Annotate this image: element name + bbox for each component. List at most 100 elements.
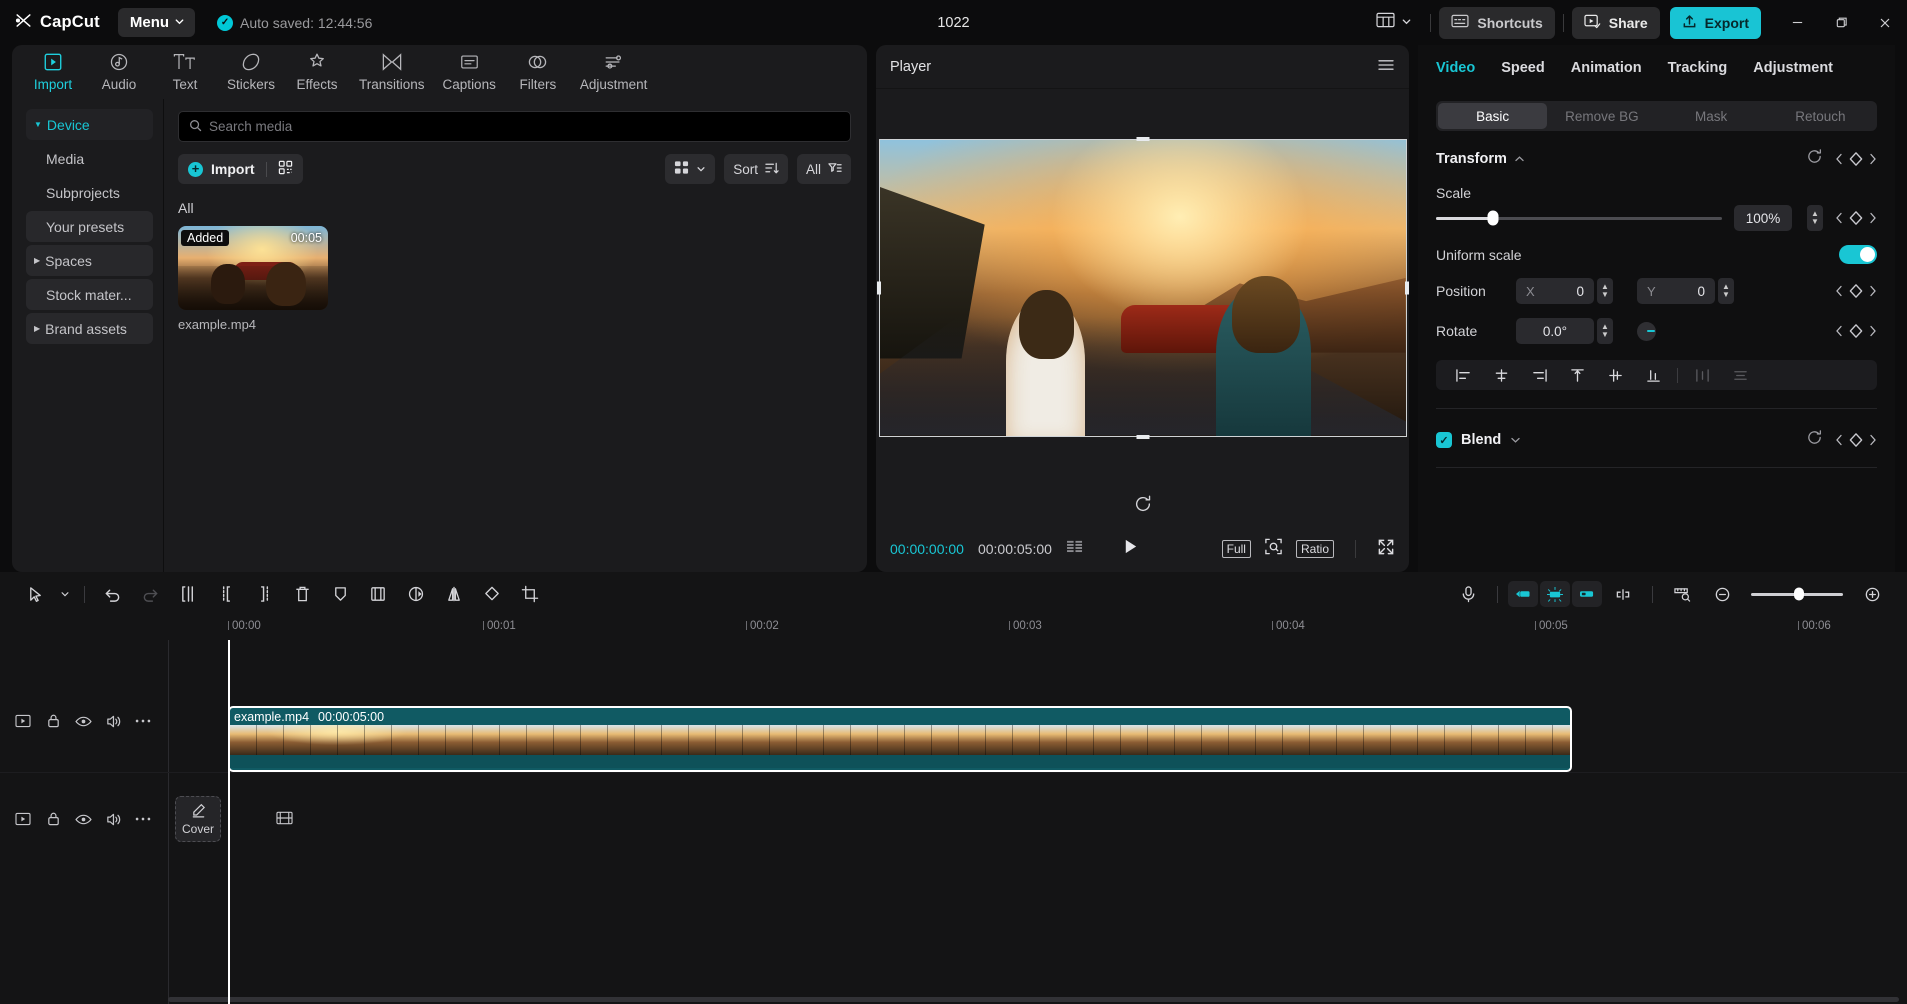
timeline-zoom-slider[interactable] (1751, 587, 1843, 601)
tab-import[interactable]: Import (20, 49, 86, 99)
eye-icon[interactable] (68, 706, 98, 736)
blend-keyframe-control[interactable] (1835, 432, 1877, 448)
keyframe-control[interactable] (1835, 151, 1877, 167)
rotate-stepper[interactable]: ▲ ▼ (1597, 318, 1613, 344)
scale-stepper[interactable]: ▲ ▼ (1807, 205, 1823, 231)
rotate-icon[interactable] (473, 578, 511, 610)
play-button[interactable] (1122, 538, 1139, 560)
align-center-horizontal-icon[interactable] (1482, 360, 1520, 390)
scale-slider[interactable] (1436, 210, 1722, 226)
position-x-stepper[interactable]: ▲ ▼ (1597, 278, 1613, 304)
lock-icon[interactable] (38, 804, 68, 834)
fullscreen-icon[interactable] (1377, 538, 1395, 561)
scale-slider-knob[interactable] (1487, 210, 1499, 226)
reset-icon[interactable] (1806, 429, 1823, 451)
align-top-icon[interactable] (1558, 360, 1596, 390)
undo-icon[interactable] (93, 578, 131, 610)
close-button[interactable] (1863, 0, 1907, 45)
rotate-keyframe-control[interactable] (1835, 323, 1877, 339)
reset-rotation-icon[interactable] (1133, 494, 1153, 519)
timeline-ruler[interactable]: 00:00 00:01 00:02 00:03 00:04 00:05 00:0… (0, 616, 1907, 640)
blend-checkbox[interactable]: ✓ (1436, 432, 1452, 448)
scale-keyframe-control[interactable] (1835, 210, 1877, 226)
rotate-value[interactable]: 0.0° (1516, 318, 1594, 344)
full-quality-button[interactable]: Full (1221, 540, 1251, 558)
speaker-icon[interactable] (98, 804, 128, 834)
nav-item-media[interactable]: Media (26, 143, 153, 174)
freeze-frame-icon[interactable] (359, 578, 397, 610)
nav-item-subprojects[interactable]: Subprojects (26, 177, 153, 208)
menu-button[interactable]: Menu (117, 8, 196, 37)
link-clips-icon[interactable] (1572, 581, 1602, 607)
player-menu-icon[interactable] (1377, 58, 1395, 76)
split-marker-icon[interactable] (1604, 578, 1642, 610)
tab-audio[interactable]: Audio (86, 49, 152, 99)
inspector-tab-video[interactable]: Video (1436, 60, 1475, 76)
trim-end-icon[interactable] (245, 578, 283, 610)
align-bottom-icon[interactable] (1634, 360, 1672, 390)
scale-value[interactable]: 100% (1734, 205, 1792, 231)
trim-start-icon[interactable] (207, 578, 245, 610)
tab-transitions[interactable]: Transitions (350, 49, 434, 99)
segment-basic[interactable]: Basic (1438, 103, 1548, 129)
preview-canvas-wrapper[interactable] (876, 136, 1409, 439)
lock-icon[interactable] (38, 706, 68, 736)
split-icon[interactable] (169, 578, 207, 610)
reset-icon[interactable] (1806, 148, 1823, 170)
filmstrip-icon[interactable] (276, 810, 293, 831)
position-y-field[interactable]: Y 0 (1637, 278, 1715, 304)
import-button[interactable]: + Import (178, 154, 303, 184)
eye-icon[interactable] (68, 804, 98, 834)
distribute-vertical-icon[interactable] (1721, 360, 1759, 390)
marker-icon[interactable] (321, 578, 359, 610)
blend-caret-icon[interactable] (1510, 431, 1521, 449)
record-voiceover-icon[interactable] (1449, 578, 1487, 610)
tab-stickers[interactable]: Stickers (218, 49, 284, 99)
nav-item-stock-materials[interactable]: Stock mater... (26, 279, 153, 310)
tab-adjustment[interactable]: Adjustment (571, 49, 657, 99)
zoom-preview-icon[interactable] (1264, 537, 1283, 561)
segment-mask[interactable]: Mask (1657, 103, 1766, 129)
align-left-icon[interactable] (1444, 360, 1482, 390)
position-keyframe-control[interactable] (1835, 283, 1877, 299)
view-mode-button[interactable] (665, 154, 716, 184)
playhead[interactable] (228, 640, 230, 1004)
segment-remove-bg[interactable]: Remove BG (1547, 103, 1656, 129)
timeline-horizontal-scrollbar[interactable] (168, 997, 1899, 1002)
share-button[interactable]: Share (1571, 6, 1660, 39)
rotate-dial[interactable] (1637, 321, 1656, 341)
position-y-stepper[interactable]: ▲ ▼ (1718, 278, 1734, 304)
tab-text[interactable]: Text (152, 49, 218, 99)
select-tool-icon[interactable] (16, 578, 54, 610)
segment-retouch[interactable]: Retouch (1766, 103, 1875, 129)
track-type-video-icon[interactable] (8, 804, 38, 834)
minimize-button[interactable] (1775, 0, 1819, 45)
snap-left-icon[interactable] (1508, 581, 1538, 607)
ratio-button[interactable]: Ratio (1295, 540, 1334, 558)
video-track-lane[interactable]: example.mp4 00:00:05:00 (168, 706, 1907, 772)
maximize-button[interactable] (1819, 0, 1863, 45)
zoom-to-fit-icon[interactable] (1663, 578, 1701, 610)
collapse-caret-icon[interactable] (1514, 150, 1525, 168)
media-card[interactable]: Added 00:05 example.mp4 (178, 226, 328, 332)
position-x-field[interactable]: X 0 (1516, 278, 1594, 304)
distribute-horizontal-icon[interactable] (1683, 360, 1721, 390)
shortcuts-button[interactable]: Shortcuts (1439, 6, 1555, 39)
sort-button[interactable]: Sort (724, 154, 788, 184)
inspector-tab-adjustment[interactable]: Adjustment (1753, 60, 1833, 76)
track-type-video-icon[interactable] (8, 706, 38, 736)
delete-icon[interactable] (283, 578, 321, 610)
layout-switcher-button[interactable] (1366, 8, 1422, 38)
nav-item-your-presets[interactable]: Your presets (26, 211, 153, 242)
frames-icon[interactable] (1066, 539, 1084, 559)
timeline-clip[interactable]: example.mp4 00:00:05:00 (228, 706, 1572, 772)
reverse-icon[interactable] (397, 578, 435, 610)
tab-filters[interactable]: Filters (505, 49, 571, 99)
cover-track-lane[interactable] (228, 796, 1907, 842)
cover-button[interactable]: Cover (175, 796, 221, 842)
search-input[interactable] (209, 119, 840, 134)
speaker-icon[interactable] (98, 706, 128, 736)
zoom-in-icon[interactable] (1853, 578, 1891, 610)
align-right-icon[interactable] (1520, 360, 1558, 390)
track-more-icon[interactable] (128, 706, 158, 736)
